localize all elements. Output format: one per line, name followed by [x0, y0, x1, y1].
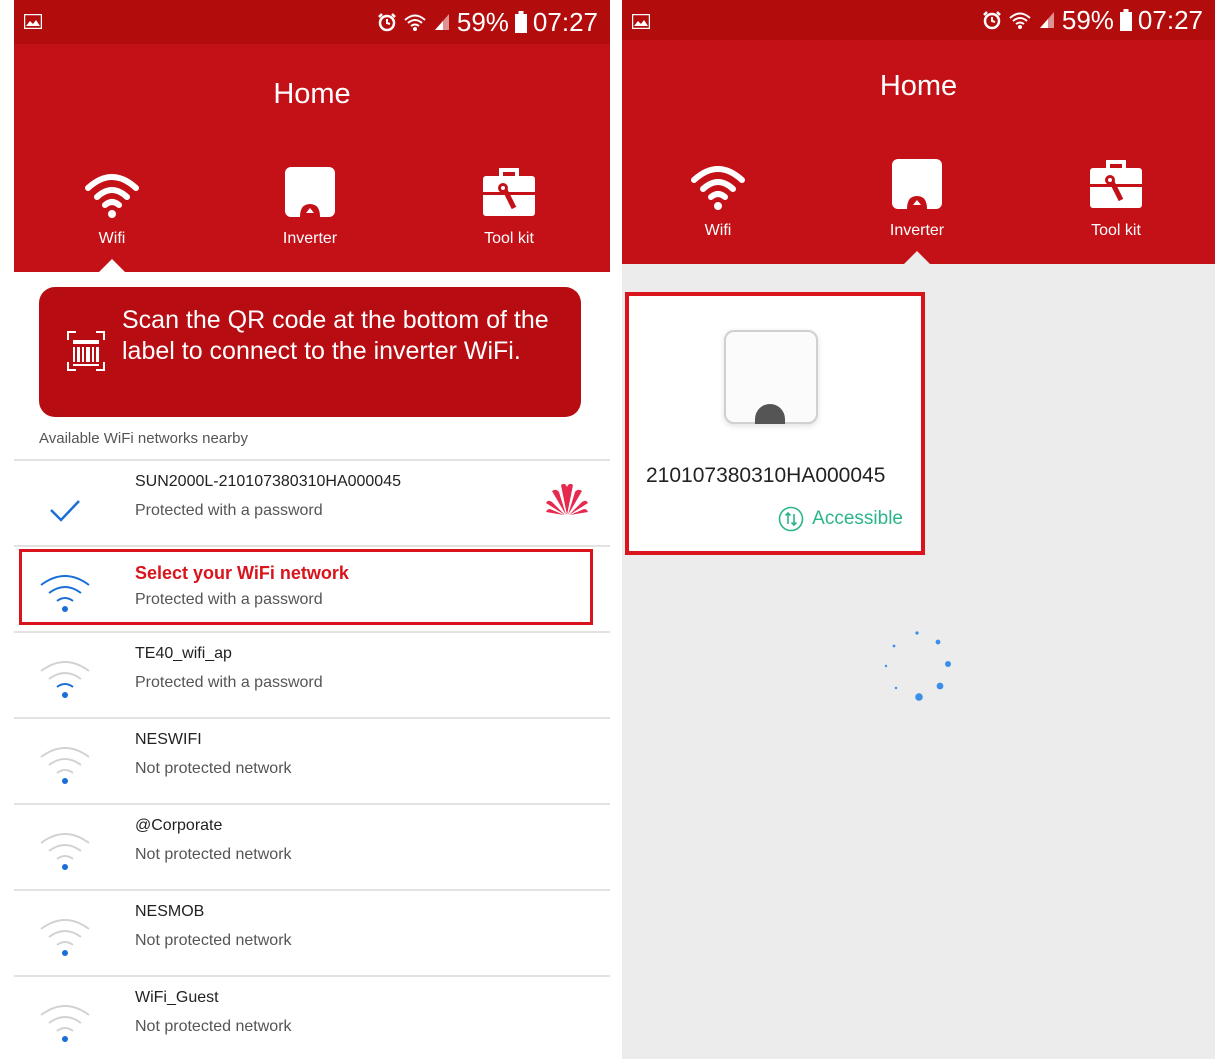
tab-wifi[interactable]: Wifi: [37, 162, 187, 248]
wifi-icon: [85, 174, 139, 218]
network-security: Protected with a password: [135, 502, 323, 519]
tab-wifi-label: Wifi: [704, 222, 732, 239]
wifi-signal-icon: [1009, 12, 1031, 29]
inverter-screen: 59% 07:27 Home Wifi Inverter Tool kit 21…: [622, 0, 1215, 1059]
status-bar: 59% 07:27: [14, 0, 610, 44]
qr-banner-text: Scan the QR code at the bottom of the la…: [122, 306, 549, 365]
active-tab-indicator: [904, 251, 930, 264]
app-header: Home Wifi Inverter Tool kit: [622, 40, 1215, 264]
wifi-icon: [691, 166, 745, 210]
alarm-icon: [982, 11, 1001, 30]
network-security: Not protected network: [135, 1018, 292, 1035]
network-security: Not protected network: [135, 846, 292, 863]
inverter-status: Accessible: [778, 506, 903, 532]
qr-scan-banner[interactable]: Scan the QR code at the bottom of the la…: [39, 287, 581, 417]
gallery-icon: [632, 14, 650, 29]
active-tab-indicator: [99, 259, 125, 272]
network-security: Protected with a password: [135, 674, 323, 691]
gallery-icon: [24, 14, 42, 29]
check-icon: [50, 500, 80, 522]
cell-signal-icon: [1039, 12, 1054, 28]
inverter-icon: [892, 159, 942, 209]
toolkit-icon: [483, 168, 535, 216]
battery-percent: 59%: [456, 6, 509, 37]
network-row[interactable]: WiFi_Guest Not protected network: [14, 975, 610, 1059]
inverter-status-label: Accessible: [812, 508, 903, 529]
clock: 07:27: [1137, 4, 1203, 35]
tab-wifi-label: Wifi: [98, 230, 126, 247]
tab-inverter-label: Inverter: [889, 222, 945, 239]
wifi-icon: [40, 661, 90, 698]
network-row[interactable]: TE40_wifi_ap Protected with a password: [14, 631, 610, 719]
wifi-icon: [40, 919, 90, 956]
status-bar: 59% 07:27: [622, 0, 1215, 40]
network-ssid: @Corporate: [135, 817, 223, 834]
tab-inverter[interactable]: Inverter: [235, 162, 385, 248]
network-security: Not protected network: [135, 760, 292, 777]
loading-spinner-icon: [884, 631, 951, 701]
battery-icon: [1119, 9, 1132, 31]
inverter-icon: [285, 167, 335, 217]
network-row[interactable]: SUN2000L-210107380310HA000045 Protected …: [14, 459, 610, 547]
wifi-signal-icon: [404, 14, 426, 31]
tab-inverter-label: Inverter: [282, 230, 338, 247]
tab-toolkit-label: Tool kit: [1091, 222, 1141, 239]
battery-icon: [514, 11, 527, 33]
tab-toolkit-label: Tool kit: [484, 230, 534, 247]
page-title: Home: [879, 70, 958, 102]
network-ssid: NESWIFI: [135, 731, 202, 748]
network-row[interactable]: @Corporate Not protected network: [14, 803, 610, 891]
app-header: Home Wifi Inverter Tool kit: [14, 44, 610, 272]
wifi-icon: [40, 1005, 90, 1042]
network-ssid: NESMOB: [135, 903, 205, 920]
network-row[interactable]: NESMOB Not protected network: [14, 889, 610, 977]
inverter-device-icon: [724, 330, 818, 424]
toolkit-icon: [1090, 160, 1142, 208]
wifi-icon: [40, 747, 90, 784]
wifi-icon: [40, 833, 90, 870]
huawei-logo: [546, 483, 588, 515]
connection-icon: [778, 506, 804, 532]
wifi-screen: 59% 07:27 Home Wifi Inverter Tool kit Sc…: [14, 0, 610, 1059]
network-ssid: WiFi_Guest: [135, 989, 219, 1006]
tab-toolkit[interactable]: Tool kit: [1041, 154, 1191, 240]
alarm-icon: [377, 13, 396, 32]
network-ssid: SUN2000L-210107380310HA000045: [135, 473, 401, 490]
inverter-card[interactable]: 210107380310HA000045 Accessible: [625, 292, 925, 555]
inverter-serial: 210107380310HA000045: [646, 464, 886, 487]
network-row[interactable]: NESWIFI Not protected network: [14, 717, 610, 805]
network-security: Not protected network: [135, 932, 292, 949]
tab-wifi[interactable]: Wifi: [643, 154, 793, 240]
tab-toolkit[interactable]: Tool kit: [434, 162, 584, 248]
selection-highlight: [19, 549, 593, 625]
network-ssid: TE40_wifi_ap: [135, 645, 232, 662]
clock: 07:27: [532, 6, 598, 37]
battery-percent: 59%: [1061, 4, 1114, 35]
networks-heading: Available WiFi networks nearby: [39, 430, 248, 447]
page-title: Home: [273, 78, 351, 110]
cell-signal-icon: [434, 14, 449, 30]
qr-code-icon: [67, 331, 105, 371]
tab-inverter[interactable]: Inverter: [842, 154, 992, 240]
